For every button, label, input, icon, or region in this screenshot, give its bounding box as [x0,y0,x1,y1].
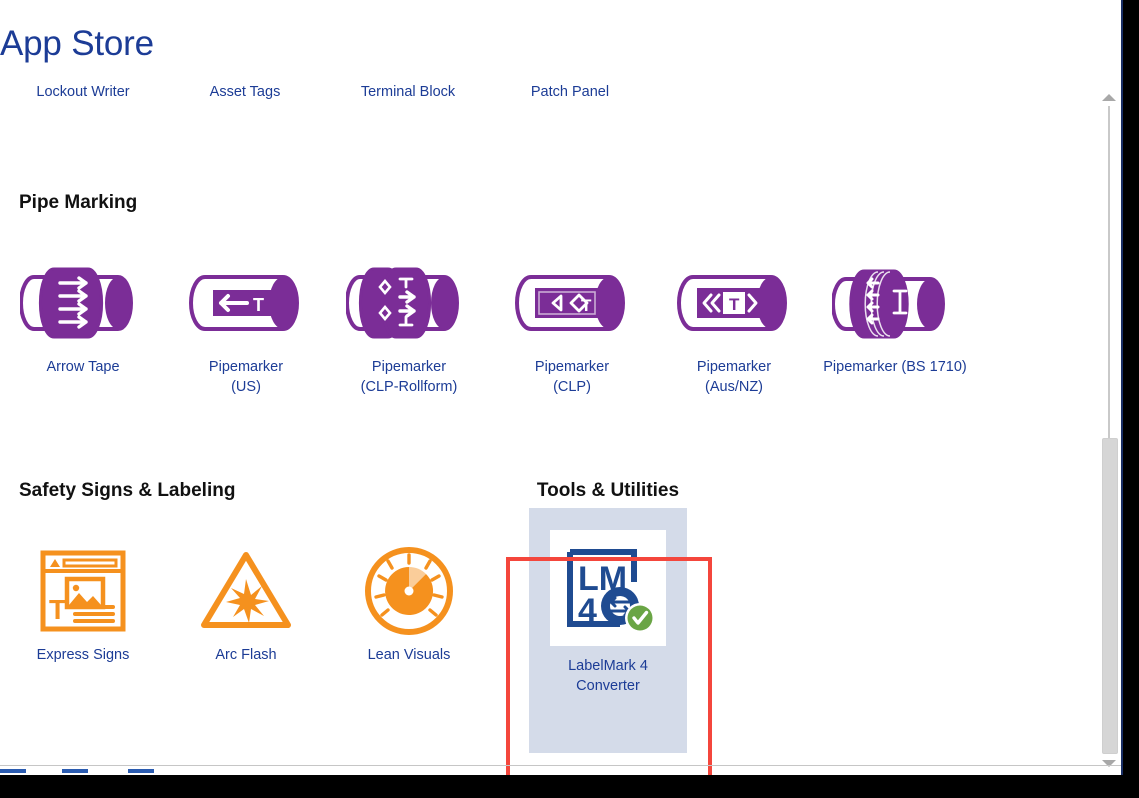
section-heading-pipe-marking: Pipe Marking [19,192,138,213]
pipemarker-ausnz-icon: T [659,258,809,348]
svg-text:4: 4 [578,592,597,630]
tile-label: Pipemarker (US) [208,359,284,395]
section-heading-tools-utilities: Tools & Utilities [536,480,680,501]
svg-text:T: T [581,296,592,315]
nav-link-patch-panel[interactable]: Patch Panel [505,84,635,100]
tile-pipemarker-clp-rollform[interactable]: Pipemarker (CLP-Rollform) [334,258,484,397]
peek-chip [62,769,88,773]
nav-link-asset-tags[interactable]: Asset Tags [180,84,310,100]
arc-flash-icon [171,546,321,636]
window-shadow-bottom [0,775,1139,798]
lean-visuals-icon [334,546,484,636]
tile-pipemarker-bs-1710[interactable]: Pipemarker (BS 1710) [820,258,970,377]
pipemarker-us-icon: T [171,258,321,348]
page-title: App Store [0,24,154,63]
tile-pipemarker-clp[interactable]: T Pipemarker (CLP) [497,258,647,397]
pipemarker-clp-rollform-icon [334,258,484,348]
section-heading-safety-signs: Safety Signs & Labeling [19,480,236,501]
pipemarker-clp-icon: T [497,258,647,348]
tile-label-labelmark4-converter: LabelMark 4 Converter [568,658,648,694]
svg-text:T: T [729,295,740,314]
tile-label: Pipemarker (CLP-Rollform) [360,359,458,395]
window-shadow-right [1123,0,1139,798]
tile-arc-flash[interactable]: Arc Flash [171,546,321,665]
app-store-window: App Store Lockout Writer Asset Tags Termin… [0,0,1123,792]
tile-label: Express Signs [36,647,130,663]
nav-link-terminal-block[interactable]: Terminal Block [340,84,476,100]
tile-labelmark4-converter[interactable]: LM 4 LabelMark 4 Converter [529,508,687,753]
tile-lean-visuals[interactable]: Lean Visuals [334,546,484,665]
tile-arrow-tape[interactable]: Arrow Tape [8,258,158,377]
scroll-up-arrow-icon[interactable] [1101,90,1117,104]
bottom-divider [0,765,1123,766]
scrollbar-thumb[interactable] [1102,438,1118,754]
tile-label: Pipemarker (BS 1710) [823,359,967,375]
tile-pipemarker-aus-nz[interactable]: T Pipemarker (Aus/NZ) [659,258,809,397]
peek-chip [128,769,154,773]
bottom-content-peek [0,769,160,773]
app-store-content: Pipe Marking Safety Signs & Labeling Too… [0,108,1090,792]
top-nav: Lockout Writer Asset Tags Terminal Block Pa… [0,84,1090,108]
tile-label: Arrow Tape [46,359,120,375]
tile-label: Lean Visuals [367,647,451,663]
tile-label: Arc Flash [215,647,277,663]
svg-text:T: T [49,594,66,625]
pipemarker-arrow-tape-icon [8,258,158,348]
tile-express-signs[interactable]: T Express Signs [8,546,158,665]
scroll-down-arrow-icon[interactable] [1101,756,1117,770]
vertical-scrollbar[interactable] [1098,88,1120,772]
peek-chip [0,769,26,773]
chevron-up-icon [1102,94,1116,101]
nav-link-lockout-writer[interactable]: Lockout Writer [16,84,150,100]
pipemarker-bs1710-icon [820,258,970,348]
labelmark4-converter-icon: LM 4 [550,530,666,646]
express-signs-icon: T [8,546,158,636]
tile-label: Pipemarker (Aus/NZ) [696,359,772,395]
svg-text:T: T [253,295,264,315]
tile-pipemarker-us[interactable]: T Pipemarker (US) [171,258,321,397]
tile-label: Pipemarker (CLP) [534,359,610,395]
